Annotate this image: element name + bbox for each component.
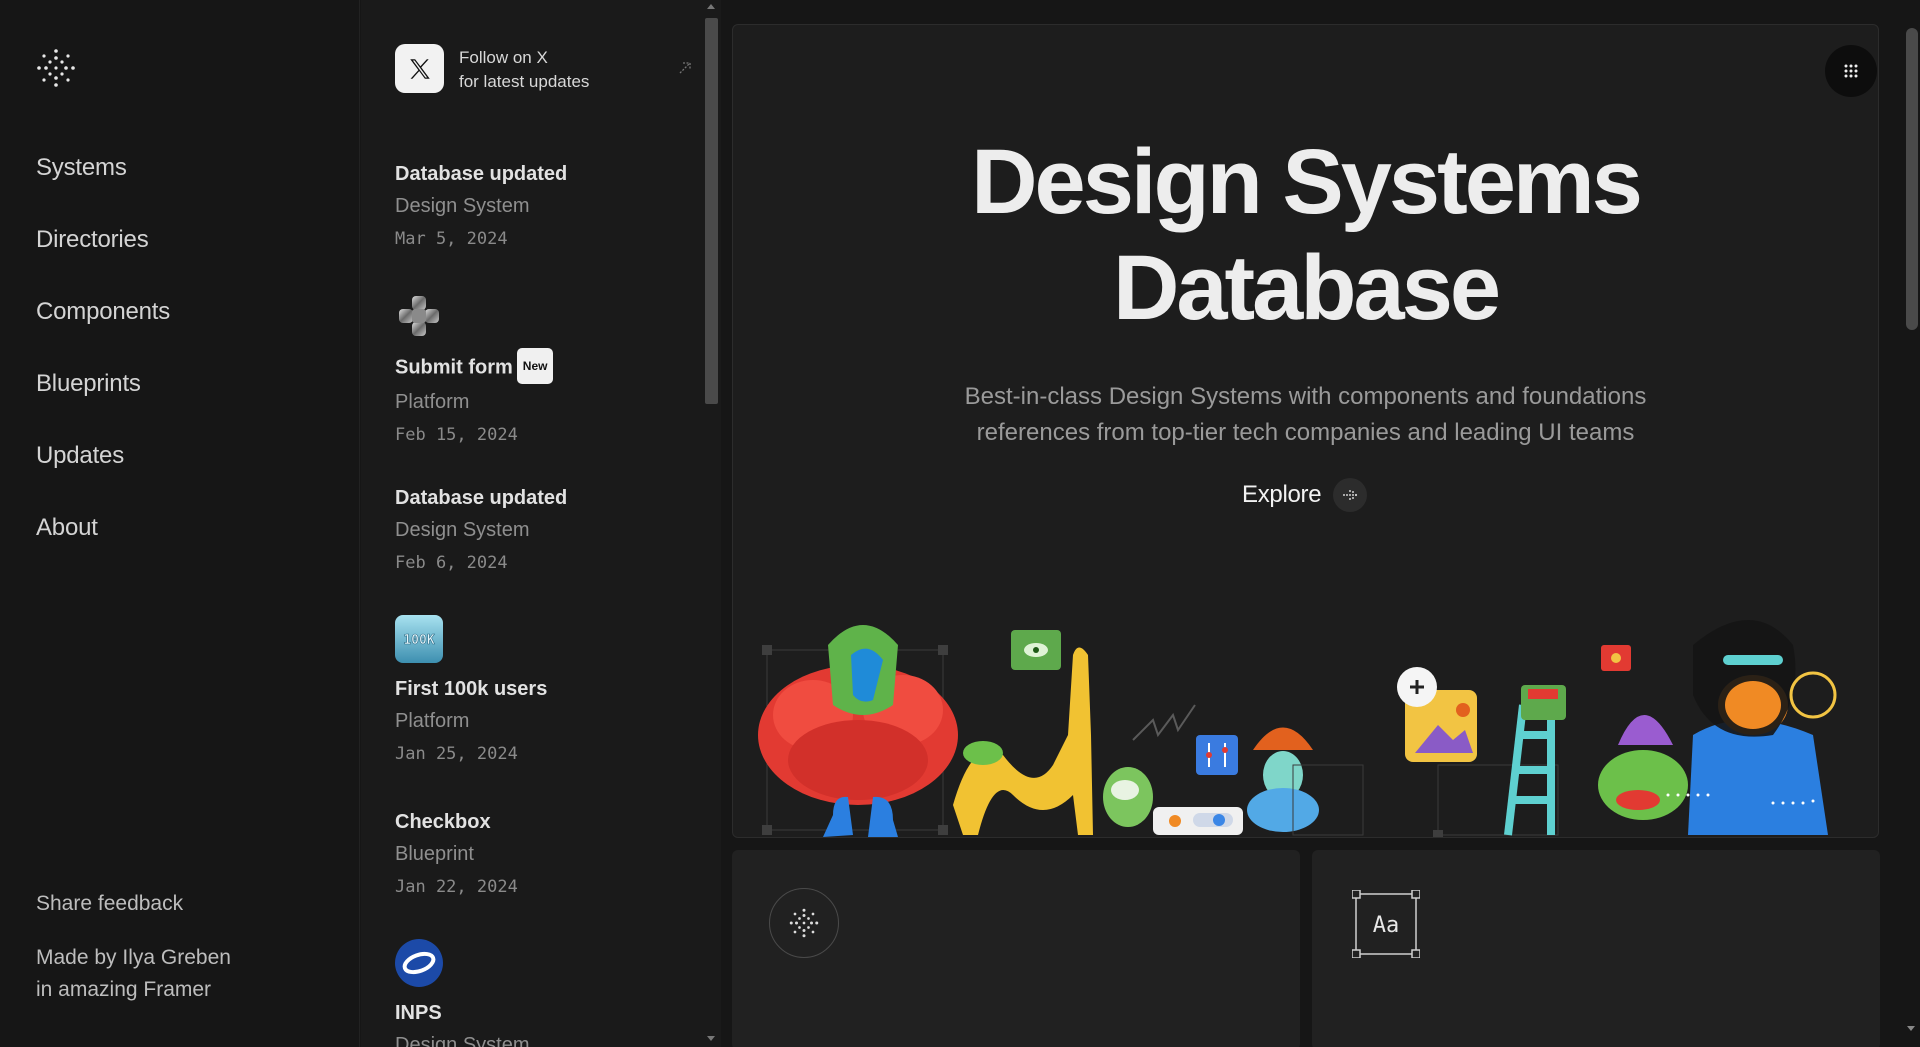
nav-menu: Systems Directories Components Blueprint… bbox=[36, 150, 170, 582]
hero-section: Design Systems Database Best-in-class De… bbox=[732, 24, 1879, 838]
systems-card[interactable] bbox=[732, 850, 1300, 1047]
update-date: Jan 25, 2024 bbox=[395, 744, 518, 764]
update-item[interactable]: Database updated Design System Feb 6, 20… bbox=[395, 482, 685, 580]
nav-item-updates[interactable]: Updates bbox=[36, 438, 170, 510]
hero-title: Design Systems Database bbox=[733, 129, 1878, 341]
red-puffer-character bbox=[758, 625, 958, 837]
sparkle-arrow-icon bbox=[1333, 478, 1368, 512]
update-item[interactable]: Checkbox Blueprint Jan 22, 2024 bbox=[395, 806, 685, 904]
dots-logo-icon[interactable] bbox=[36, 48, 76, 88]
update-category: Design System bbox=[395, 519, 530, 541]
nav-item-components[interactable]: Components bbox=[36, 294, 170, 366]
apps-grid-button[interactable] bbox=[1825, 45, 1877, 97]
update-title: Checkbox bbox=[395, 811, 491, 833]
update-category: Platform bbox=[395, 710, 470, 732]
hero-title-line-2: Database bbox=[1112, 237, 1501, 339]
follow-on-x-link[interactable]: Follow on X for latest updates bbox=[395, 44, 695, 96]
credit-line-2[interactable]: in amazing Framer bbox=[36, 974, 231, 1006]
update-title: Database updated bbox=[395, 487, 568, 509]
main-content: Design Systems Database Best-in-class De… bbox=[721, 0, 1903, 1047]
sidebar-nav: Systems Directories Components Blueprint… bbox=[0, 0, 360, 1047]
explore-button[interactable]: Explore bbox=[1242, 477, 1368, 513]
typography-icon-text: Aa bbox=[1373, 913, 1400, 938]
form-chrome-icon bbox=[395, 292, 443, 340]
100k-icon: 100K bbox=[395, 615, 443, 663]
update-title: Submit form bbox=[395, 356, 513, 379]
nav-item-directories[interactable]: Directories bbox=[36, 222, 170, 294]
hero-subtitle-line-1: Best-in-class Design Systems with compon… bbox=[964, 383, 1647, 410]
follow-line-1: Follow on X bbox=[459, 48, 548, 67]
update-title: First 100k users bbox=[395, 678, 548, 700]
update-item[interactable]: Submit form New Platform Feb 15, 2024 bbox=[395, 292, 685, 452]
update-item[interactable]: 100K First 100k users Platform Jan 25, 2… bbox=[395, 615, 685, 771]
scroll-up-arrow-icon[interactable] bbox=[707, 4, 715, 9]
credit-line-1: Made by Ilya Greben bbox=[36, 946, 231, 969]
new-badge: New bbox=[516, 348, 554, 384]
update-item[interactable]: INPS Design System bbox=[395, 939, 685, 1047]
hero-title-line-1: Design Systems bbox=[971, 131, 1643, 233]
update-category: Design System bbox=[395, 195, 530, 217]
update-category: Blueprint bbox=[395, 843, 474, 865]
100k-icon-text: 100K bbox=[403, 633, 434, 648]
inps-logo-icon bbox=[395, 939, 443, 987]
explore-label: Explore bbox=[1242, 481, 1322, 508]
update-title: Database updated bbox=[395, 163, 568, 185]
dots-logo-icon bbox=[769, 888, 839, 958]
scroll-down-arrow-icon[interactable] bbox=[707, 1036, 715, 1041]
page-scrollbar[interactable] bbox=[1903, 0, 1920, 1047]
update-date: Feb 15, 2024 bbox=[395, 425, 518, 445]
update-date: Mar 5, 2024 bbox=[395, 229, 508, 249]
update-title: INPS bbox=[395, 1002, 442, 1024]
grid-icon bbox=[1844, 64, 1858, 78]
update-date: Jan 22, 2024 bbox=[395, 877, 518, 897]
updates-panel: Follow on X for latest updates Database … bbox=[361, 0, 721, 1047]
nav-item-systems[interactable]: Systems bbox=[36, 150, 170, 222]
updates-scrollbar-thumb[interactable] bbox=[705, 18, 718, 404]
scroll-down-arrow-icon[interactable] bbox=[1907, 1026, 1915, 1031]
characters-illustration bbox=[758, 620, 1837, 837]
typography-icon: Aa bbox=[1351, 889, 1421, 959]
update-date: Feb 6, 2024 bbox=[395, 553, 508, 573]
follow-line-2: for latest updates bbox=[459, 72, 590, 91]
nav-item-blueprints[interactable]: Blueprints bbox=[36, 366, 170, 438]
external-link-icon bbox=[675, 58, 695, 78]
update-item[interactable]: Database updated Design System Mar 5, 20… bbox=[395, 158, 685, 256]
hero-subtitle: Best-in-class Design Systems with compon… bbox=[733, 379, 1878, 451]
update-category: Design System bbox=[395, 1034, 530, 1047]
follow-text: Follow on X for latest updates bbox=[459, 46, 589, 94]
x-logo-icon bbox=[395, 44, 444, 93]
hero-subtitle-line-2: references from top-tier tech companies … bbox=[976, 419, 1635, 446]
typography-card[interactable]: Aa bbox=[1312, 850, 1880, 1047]
nav-footer: Share feedback Made by Ilya Greben in am… bbox=[36, 888, 231, 1006]
share-feedback-link[interactable]: Share feedback bbox=[36, 888, 231, 920]
page-scrollbar-thumb[interactable] bbox=[1906, 28, 1918, 330]
nav-item-about[interactable]: About bbox=[36, 510, 170, 582]
updates-scrollbar[interactable] bbox=[703, 0, 720, 1047]
update-category: Platform bbox=[395, 391, 470, 413]
